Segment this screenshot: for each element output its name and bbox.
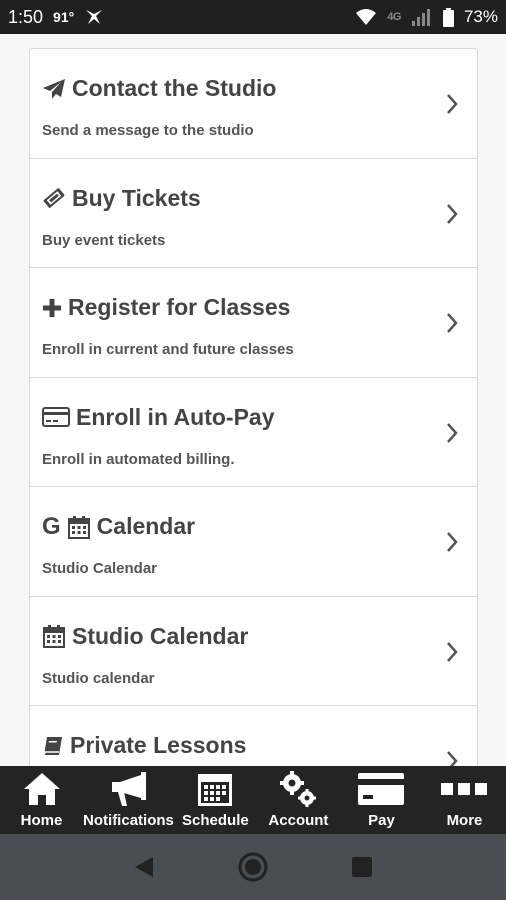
main-content[interactable]: Contact the Studio Send a message to the… (0, 34, 506, 766)
megaphone-icon (108, 769, 148, 809)
menu-item-subtitle: Send a message to the studio (42, 122, 254, 139)
home-button[interactable] (233, 847, 273, 887)
chevron-right-icon (447, 203, 458, 224)
nav-account[interactable]: Account (257, 766, 340, 834)
menu-item-auto-pay[interactable]: Enroll in Auto-Pay Enroll in automated b… (30, 378, 477, 487)
app-notification-icon (84, 8, 104, 26)
status-left: 1:50 91° (8, 7, 104, 28)
paper-plane-icon (42, 78, 66, 100)
chevron-right-icon (447, 313, 458, 333)
wifi-icon (355, 8, 377, 26)
chevron-right-icon (447, 641, 458, 662)
battery-percentage: 73% (463, 7, 498, 26)
nav-label: Home (20, 812, 63, 829)
nav-label: Pay (368, 812, 395, 829)
battery-icon (442, 7, 454, 27)
chevron-right-icon (447, 532, 458, 552)
book-icon (42, 735, 64, 757)
credit-card-icon (42, 407, 70, 427)
menu-item-title: Contact the Studio (72, 75, 277, 101)
menu-item-calendar[interactable]: G Calendar Studio Calendar (30, 487, 477, 597)
nav-label: Notifications (83, 812, 174, 829)
nav-pay[interactable]: Pay (340, 766, 423, 834)
menu-item-contact-studio[interactable]: Contact the Studio Send a message to the… (30, 49, 477, 159)
more-icon (440, 769, 488, 809)
status-temperature: 91° (53, 9, 75, 25)
menu-item-title-row: Private Lessons (42, 732, 246, 759)
recents-button[interactable] (342, 847, 382, 887)
nav-label: Schedule (182, 812, 249, 829)
nav-label: Account (268, 812, 329, 829)
chevron-right-icon (447, 94, 458, 114)
menu-item-title: Enroll in Auto-Pay (76, 403, 275, 430)
menu-item-subtitle: Studio calendar (42, 669, 155, 687)
chevron-right-icon (447, 422, 458, 443)
gears-icon (278, 769, 318, 809)
menu-item-title: Private Lessons (70, 732, 247, 758)
menu-item-subtitle: Enroll in automated billing. (42, 450, 235, 468)
credit-card-icon (357, 769, 405, 809)
status-right: 4G 73% (355, 7, 498, 27)
menu-item-studio-calendar[interactable]: Studio Calendar Studio calendar (30, 597, 477, 706)
menu-item-subtitle: Enroll in current and future classes (42, 341, 294, 358)
calendar-icon (67, 515, 91, 539)
nav-notifications[interactable]: Notifications (83, 766, 174, 834)
back-triangle-icon (135, 857, 154, 877)
back-button[interactable] (124, 847, 164, 887)
menu-item-subtitle: Studio Calendar (42, 560, 158, 577)
calendar-icon (42, 624, 66, 648)
menu-item-title: Register for Classes (68, 294, 291, 320)
menu-item-title-row: Enroll in Auto-Pay (42, 404, 275, 431)
plus-icon (42, 298, 62, 318)
network-type: 4G (387, 11, 401, 23)
menu-item-title: Studio Calendar (72, 622, 249, 649)
chevron-right-icon (447, 751, 458, 766)
menu-list: Contact the Studio Send a message to the… (29, 48, 478, 766)
home-icon (22, 769, 62, 809)
menu-item-subtitle: Buy event tickets (42, 231, 166, 249)
menu-item-title: Buy Tickets (72, 184, 201, 211)
menu-item-private-lessons[interactable]: Private Lessons (30, 706, 477, 766)
recents-square-icon (351, 857, 372, 877)
menu-item-register-classes[interactable]: Register for Classes Enroll in current a… (30, 268, 477, 378)
signal-icon (411, 7, 433, 27)
menu-item-title-row: Contact the Studio (42, 75, 276, 102)
menu-item-title-row: Register for Classes (42, 294, 290, 321)
status-time: 1:50 (8, 6, 44, 27)
nav-more[interactable]: More (423, 766, 506, 834)
google-icon: G (42, 512, 61, 540)
nav-schedule[interactable]: Schedule (174, 766, 257, 834)
schedule-icon (197, 769, 233, 809)
home-circle-icon (238, 852, 268, 882)
menu-item-buy-tickets[interactable]: Buy Tickets Buy event tickets (30, 159, 477, 268)
nav-home[interactable]: Home (0, 766, 83, 834)
menu-item-title: Calendar (96, 513, 196, 539)
menu-item-title-row: Buy Tickets (42, 185, 201, 212)
ticket-icon (42, 187, 66, 209)
nav-label: More (446, 812, 483, 829)
system-nav-bar (0, 834, 506, 900)
status-bar: 1:50 91° 4G 73% (0, 0, 506, 34)
menu-item-title-row: G Calendar (42, 513, 195, 540)
menu-item-title-row: Studio Calendar (42, 623, 248, 650)
bottom-nav: Home Notifications Schedule Account Pay … (0, 766, 506, 834)
